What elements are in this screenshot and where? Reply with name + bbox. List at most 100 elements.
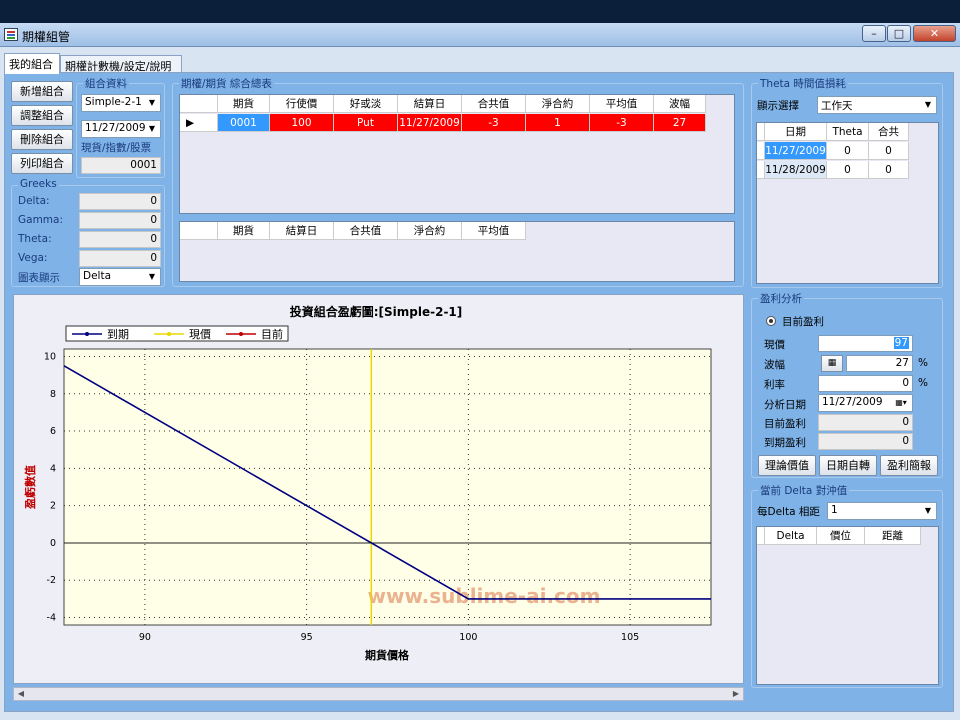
table-cell[interactable]: -3 [462,114,526,132]
portfolio-select[interactable]: Simple-2-1 ▼ [81,94,161,112]
tab-my-portfolio[interactable]: 我的組合 [4,53,60,74]
row-header-corner [180,95,218,113]
date-select[interactable]: 11/27/2009 ▼ [81,120,161,138]
chevron-down-icon[interactable]: ▼ [145,96,159,110]
greek-value: 0 [79,212,161,229]
row-selector[interactable] [757,142,765,160]
table-cell[interactable]: 0 [869,142,909,160]
table-cell[interactable]: 11/27/2009 [398,114,462,132]
close-button[interactable]: ✕ [913,25,956,42]
chevron-down-icon[interactable]: ▼ [921,504,935,518]
column-header[interactable]: 合共值 [462,95,526,113]
chevron-down-icon[interactable]: ▼ [921,98,935,112]
summary-label: 期權/期貨 綜合總表 [179,76,274,91]
interest-rate-label: 利率 [764,379,785,391]
scroll-right-icon[interactable]: ▶ [729,688,743,700]
current-profit-label: 目前盈利 [764,418,806,430]
scroll-left-icon[interactable]: ◀ [14,688,28,700]
table-cell[interactable]: 0001 [218,114,270,132]
column-header[interactable]: 價位 [817,527,865,545]
column-header[interactable]: Theta [827,123,869,141]
title-bar: 期權組管 – □ ✕ [0,23,960,47]
adjust-portfolio-button[interactable]: 調整組合 [11,105,73,126]
y-tick-label: 0 [50,538,56,549]
x-tick-label: 95 [301,632,313,643]
table-cell[interactable]: 0 [869,161,909,179]
theoretical-value-button[interactable]: 理論價值 [758,455,816,476]
expiry-profit-field: 0 [818,433,913,450]
watermark: www.sublime-ai.com [367,584,600,608]
column-header[interactable]: 結算日 [398,95,462,113]
calculator-icon[interactable]: ▦ [821,355,843,372]
spot-price-input[interactable]: 97 [818,335,913,352]
column-header[interactable]: 期貨 [218,95,270,113]
y-tick-label: 10 [44,351,56,362]
delta-hedge-group: 當前 Delta 對沖值 每Delta 相距 1 ▼ Delta 價位 距離 [751,483,943,688]
row-header-corner [757,527,765,545]
column-header[interactable]: 平均值 [590,95,654,113]
futures-grid[interactable]: 期貨 結算日 合共值 淨合約 平均值 [179,221,735,282]
per-delta-select[interactable]: 1 ▼ [827,502,937,520]
maximize-button[interactable]: □ [887,25,911,42]
y-tick-label: -2 [47,575,56,586]
current-profit-radio[interactable] [766,316,776,326]
table-cell[interactable]: 27 [654,114,706,132]
column-header[interactable]: 淨合約 [398,222,462,240]
column-header[interactable]: 平均值 [462,222,526,240]
date-rotate-button[interactable]: 日期自轉 [819,455,877,476]
calendar-icon[interactable]: ▦▾ [891,396,911,410]
profit-brief-button[interactable]: 盈利簡報 [880,455,938,476]
current-profit-radio-label: 目前盈利 [782,316,824,328]
column-header[interactable]: 日期 [765,123,827,141]
volatility-label: 波幅 [764,359,785,371]
table-cell[interactable]: 0 [827,142,869,160]
add-portfolio-button[interactable]: 新增組合 [11,81,73,102]
column-header[interactable]: Delta [765,527,817,545]
chart-scrollbar[interactable]: ◀ ▶ [13,687,744,701]
y-tick-label: -4 [47,613,56,624]
analysis-date-picker[interactable]: 11/27/2009 ▦▾ [818,394,913,412]
chevron-down-icon[interactable]: ▼ [145,122,159,136]
table-cell[interactable]: 11/28/2009 [765,161,827,179]
y-tick-label: 4 [50,463,56,474]
column-header[interactable]: 合共值 [334,222,398,240]
table-cell[interactable]: 100 [270,114,334,132]
table-cell[interactable]: 0 [827,161,869,179]
column-header[interactable]: 期貨 [218,222,270,240]
table-cell[interactable]: Put [334,114,398,132]
column-header[interactable]: 淨合約 [526,95,590,113]
volatility-input[interactable]: 27 [846,355,913,372]
column-header[interactable]: 結算日 [270,222,334,240]
column-header[interactable]: 距離 [865,527,921,545]
theta-grid[interactable]: 日期 Theta 合共 11/27/2009 0 0 11/28/2009 0 … [756,122,939,284]
chevron-down-icon[interactable]: ▼ [145,270,159,284]
summary-grid[interactable]: 期貨 行使價 好或淡 結算日 合共值 淨合約 平均值 波幅 ▶ 0001 100… [179,94,735,214]
delete-portfolio-button[interactable]: 刪除組合 [11,129,73,150]
legend-label: 目前 [261,327,283,341]
app-icon [4,28,18,41]
table-cell[interactable]: 11/27/2009 [765,142,827,160]
row-selector[interactable] [757,161,765,179]
column-header[interactable]: 波幅 [654,95,706,113]
greeks-label: Greeks [18,178,59,190]
column-header[interactable]: 好或淡 [334,95,398,113]
interest-rate-input[interactable]: 0 [818,375,913,392]
print-portfolio-button[interactable]: 列印組合 [11,153,73,174]
analysis-date-label: 分析日期 [764,399,806,411]
chart-display-label: 圖表顯示 [18,272,60,284]
hedge-grid[interactable]: Delta 價位 距離 [756,526,939,685]
column-header[interactable]: 行使價 [270,95,334,113]
tab-calculator-settings[interactable]: 期權計數機/設定/說明 [60,55,182,73]
per-delta-value: 1 [831,504,838,516]
row-header-corner [757,123,765,141]
row-selector-icon[interactable]: ▶ [180,114,218,132]
table-cell[interactable]: 1 [526,114,590,132]
theta-display-value: 工作天 [821,100,853,112]
column-header[interactable]: 合共 [869,123,909,141]
theta-display-select[interactable]: 工作天 ▼ [817,96,937,114]
minimize-button[interactable]: – [862,25,886,42]
table-cell[interactable]: -3 [590,114,654,132]
theta-display-label: 顯示選擇 [757,100,799,112]
chart-display-select[interactable]: Delta ▼ [79,268,161,286]
legend-label: 現價 [189,327,211,341]
